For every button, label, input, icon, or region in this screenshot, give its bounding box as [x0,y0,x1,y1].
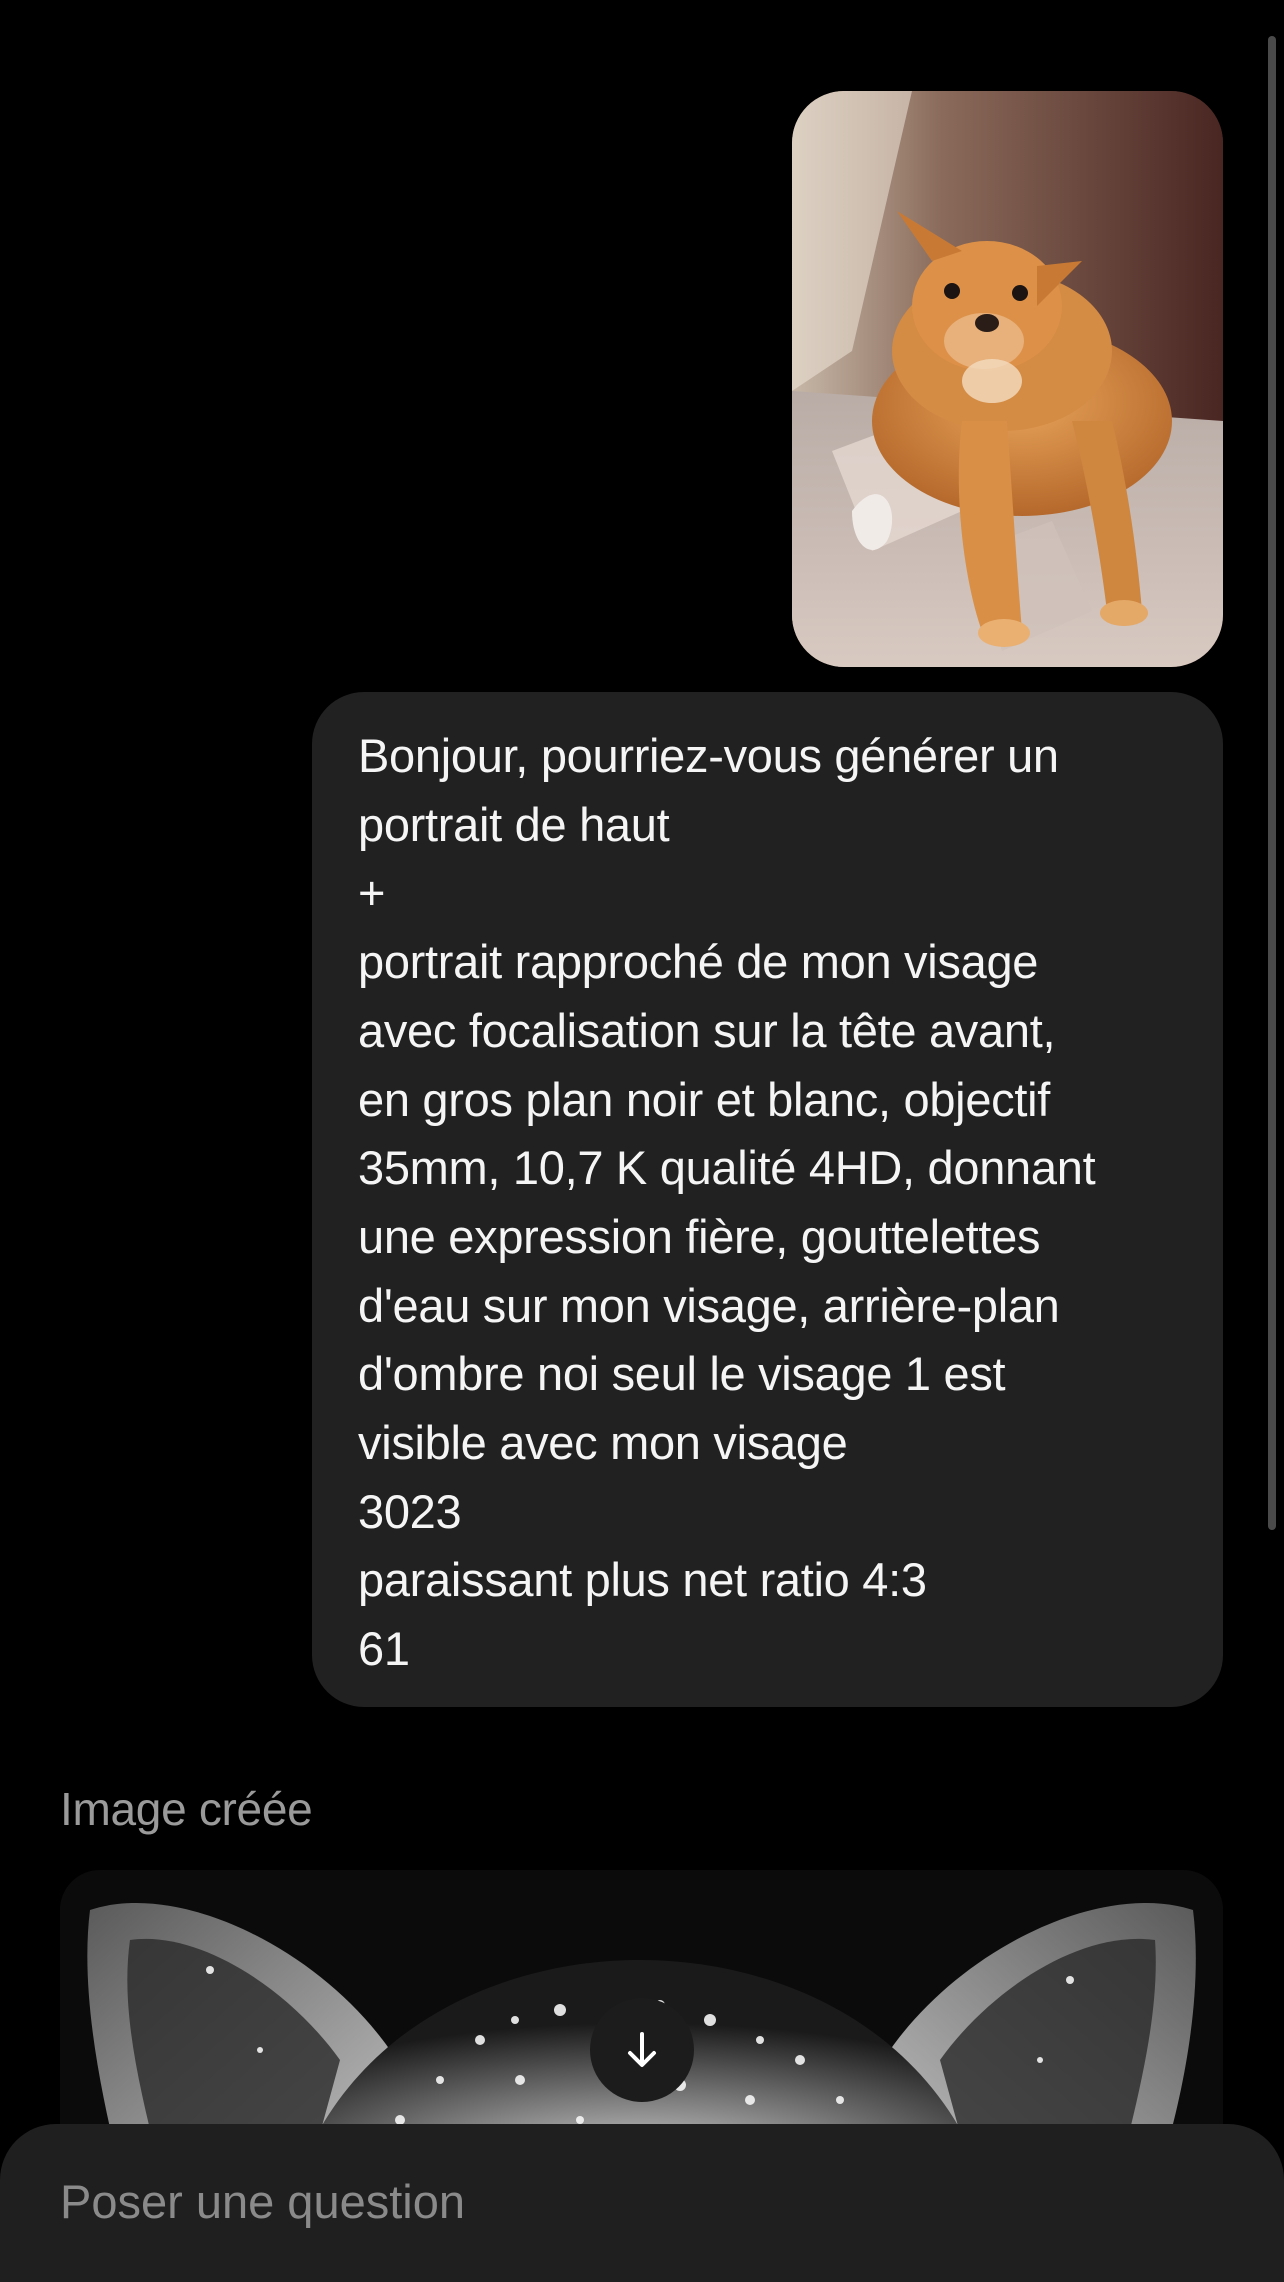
image-created-label: Image créée [60,1783,313,1835]
scrollbar[interactable] [1268,36,1276,1530]
message-line: 61 [358,1622,410,1676]
dog-photo-icon [792,91,1223,667]
message-line: une expression fière, gouttelettes [358,1209,1041,1263]
user-photo-message[interactable] [792,91,1223,667]
message-line: d'ombre noi seul le visage 1 est [358,1347,1006,1401]
message-line: + [358,866,386,920]
composer-bar [0,2124,1284,2282]
message-line: 35mm, 10,7 K qualité 4HD, donnant [358,1141,1096,1195]
arrow-down-icon [628,2032,656,2067]
scroll-down-button[interactable] [590,1998,694,2102]
message-line: d'eau sur mon visage, arrière-plan [358,1278,1060,1332]
message-line: avec focalisation sur la tête avant, [358,1003,1056,1057]
user-message-bubble[interactable]: Bonjour, pourriez-vous générer un portra… [312,692,1223,1707]
message-line: Bonjour, pourriez-vous générer un [358,729,1059,782]
message-line: paraissant plus net ratio 4:3 [358,1553,927,1607]
message-line: portrait de haut [358,797,670,851]
question-input[interactable] [60,2156,1220,2246]
message-line: 3023 [358,1484,462,1538]
message-line: en gros plan noir et blanc, objectif [358,1072,1051,1126]
message-line: visible avec mon visage [358,1416,848,1470]
chat-screen: Bonjour, pourriez-vous générer un portra… [0,0,1284,2282]
message-line: portrait rapproché de mon visage [358,935,1039,989]
